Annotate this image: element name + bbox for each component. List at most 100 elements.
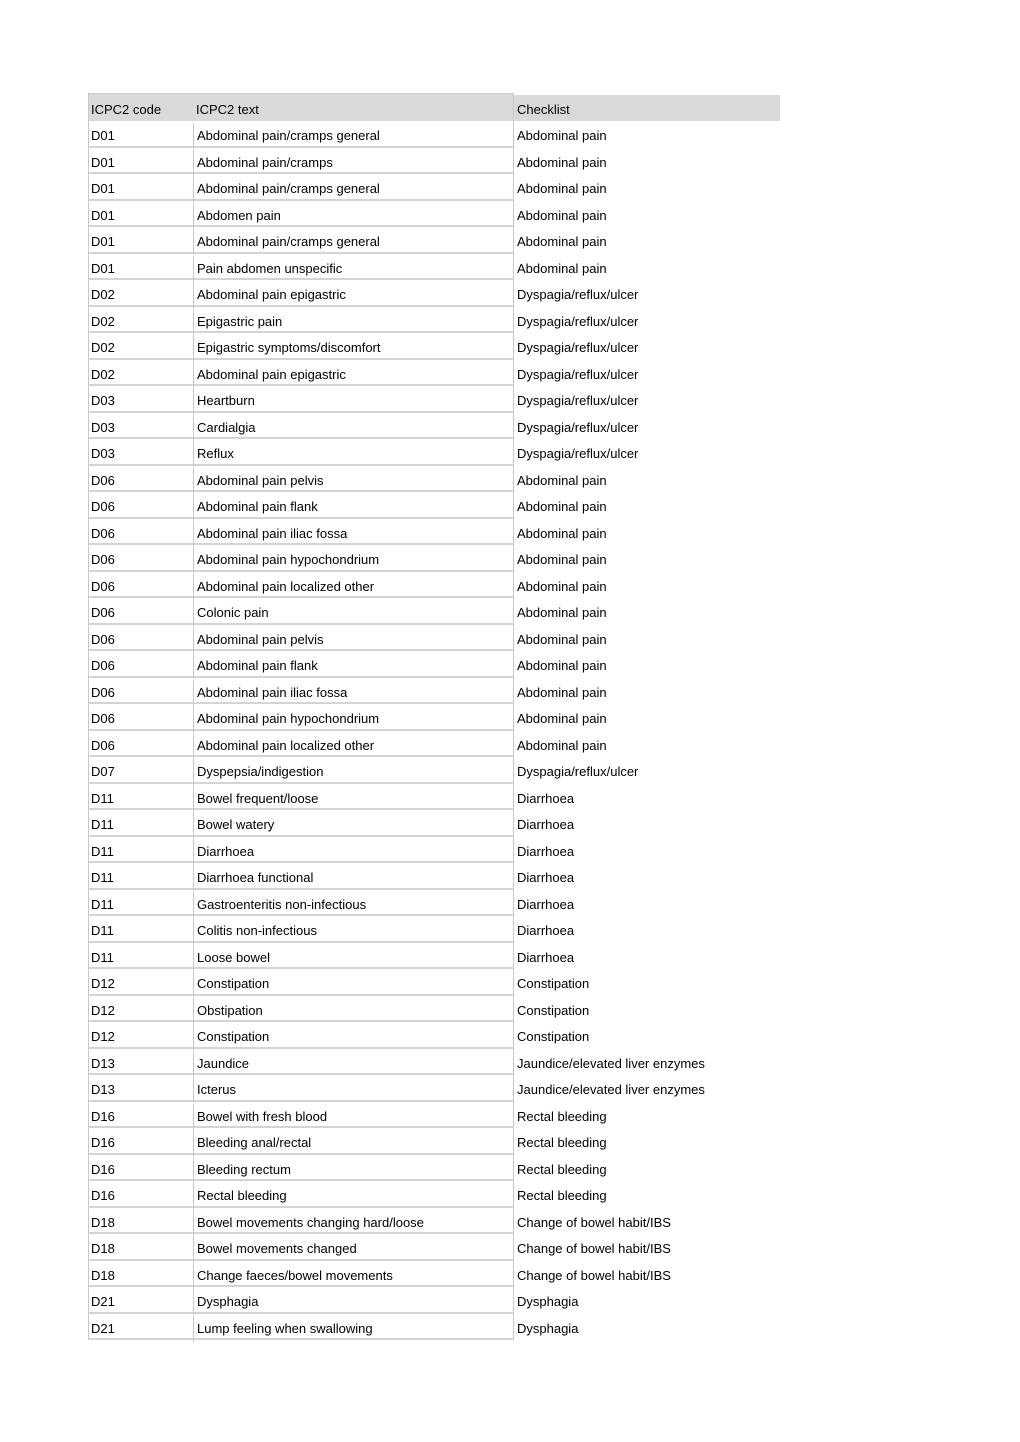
cell-icpc2-text: Abdominal pain iliac fossa	[193, 520, 514, 547]
cell-checklist: Change of bowel habit/IBS	[517, 1241, 671, 1256]
cell-checklist: Constipation	[517, 1029, 590, 1044]
cell-icpc2-text: Abdominal pain epigastric	[193, 282, 514, 308]
cell-checklist: Dyspagia/reflux/ulcer	[517, 419, 639, 435]
cell-icpc2-text: Gastroenteritis non-infectious	[193, 891, 514, 918]
cell-icpc2-text: Abdominal pain pelvis	[193, 626, 514, 653]
cell-checklist: Dyspagia/reflux/ulcer	[517, 764, 639, 779]
cell-icpc2-code: D06	[91, 631, 115, 647]
cell-checklist: Dysphagia	[517, 1320, 579, 1336]
cell-checklist: Abdominal pain	[517, 711, 607, 726]
cell-icpc2-text: Diarrhoea functional	[193, 865, 514, 891]
cell-checklist: Change of bowel habit/IBS	[517, 1214, 671, 1230]
header-checklist: Checklist	[517, 102, 570, 117]
cell-checklist: Abdominal pain	[517, 525, 607, 541]
cell-checklist: Abdominal pain	[517, 578, 607, 594]
cell-checklist: Abdominal pain	[517, 472, 607, 488]
cell-icpc2-text: Lump feeling when swallowing	[193, 1315, 514, 1342]
cell-icpc2-code: D06	[91, 472, 115, 488]
cell-icpc2-code: D01	[91, 207, 115, 223]
cell-icpc2-text: Icterus	[193, 1077, 514, 1103]
cell-icpc2-code: D02	[91, 313, 115, 329]
cell-icpc2-code: D18	[91, 1214, 115, 1230]
cell-checklist: Rectal bleeding	[517, 1161, 607, 1177]
cell-icpc2-text: Abdominal pain/cramps	[193, 149, 514, 176]
cell-icpc2-text: Colonic pain	[193, 600, 514, 626]
cell-checklist: Dyspagia/reflux/ulcer	[517, 393, 639, 408]
cell-icpc2-text: Abdominal pain hypochondrium	[193, 547, 514, 573]
cell-checklist: Abdominal pain	[517, 658, 607, 673]
header-icpc2-code: ICPC2 code	[91, 102, 162, 117]
cell-checklist: Abdominal pain	[517, 631, 607, 647]
cell-icpc2-code: D02	[91, 340, 115, 355]
cell-icpc2-text: Pain abdomen unspecific	[193, 255, 514, 282]
cell-icpc2-code: D13	[91, 1055, 115, 1071]
cell-checklist: Dysphagia	[517, 1294, 579, 1309]
cell-icpc2-text: Abdominal pain/cramps general	[193, 176, 514, 202]
cell-icpc2-text: Reflux	[193, 441, 514, 467]
cell-icpc2-code: D03	[91, 419, 115, 435]
cell-icpc2-text: Change faeces/bowel movements	[193, 1262, 514, 1289]
cell-icpc2-code: D03	[91, 393, 115, 408]
cell-icpc2-text: Bowel with fresh blood	[193, 1103, 514, 1130]
cell-icpc2-code: D12	[91, 1002, 115, 1018]
cell-checklist: Abdominal pain	[517, 154, 607, 170]
cell-icpc2-code: D01	[91, 181, 115, 196]
cell-icpc2-text: Bowel frequent/loose	[193, 785, 514, 812]
cell-icpc2-text: Bowel movements changed	[193, 1236, 514, 1262]
cell-icpc2-text: Bowel movements changing hard/loose	[193, 1209, 514, 1236]
cell-icpc2-text: Abdominal pain/cramps general	[193, 123, 514, 149]
cell-icpc2-code: D03	[91, 446, 115, 461]
cell-icpc2-text: Loose bowel	[193, 944, 514, 971]
cell-checklist: Rectal bleeding	[517, 1188, 607, 1203]
cell-icpc2-code: D06	[91, 499, 115, 514]
cell-checklist: Abdominal pain	[517, 737, 607, 753]
cell-icpc2-text: Abdominal pain epigastric	[193, 361, 514, 388]
cell-icpc2-code: D11	[91, 896, 114, 912]
cell-icpc2-text: Bleeding rectum	[193, 1156, 514, 1183]
cell-icpc2-text: Cardialgia	[193, 414, 514, 441]
cell-icpc2-text: Epigastric pain	[193, 308, 514, 335]
cell-checklist: Rectal bleeding	[517, 1108, 607, 1124]
cell-icpc2-text: Constipation	[193, 1024, 514, 1050]
cell-icpc2-text: Abdominal pain/cramps general	[193, 229, 514, 255]
cell-checklist: Diarrhoea	[517, 843, 575, 859]
cell-icpc2-text: Abdominal pain flank	[193, 494, 514, 520]
cell-checklist: Diarrhoea	[517, 817, 575, 832]
cell-icpc2-text: Abdominal pain hypochondrium	[193, 706, 514, 732]
cell-icpc2-code: D07	[91, 764, 115, 779]
cell-checklist: Jaundice/elevated liver enzymes	[517, 1082, 705, 1097]
cell-icpc2-text: Rectal bleeding	[193, 1183, 514, 1209]
cell-icpc2-code: D06	[91, 605, 115, 620]
cell-icpc2-text: Bowel watery	[193, 812, 514, 838]
cell-icpc2-code: D01	[91, 260, 115, 276]
cell-icpc2-code: D11	[91, 817, 114, 832]
cell-icpc2-code: D06	[91, 578, 115, 594]
cell-icpc2-code: D01	[91, 234, 115, 249]
cell-icpc2-code: D02	[91, 366, 115, 382]
cell-icpc2-code: D01	[91, 128, 115, 143]
cell-checklist: Dyspagia/reflux/ulcer	[517, 446, 639, 461]
cell-checklist: Change of bowel habit/IBS	[517, 1267, 671, 1283]
cell-icpc2-text: Colitis non-infectious	[193, 918, 514, 944]
cell-icpc2-text: Jaundice	[193, 1050, 514, 1077]
cell-icpc2-text: Heartburn	[193, 388, 514, 414]
cell-icpc2-code: D16	[91, 1161, 115, 1177]
cell-icpc2-code: D18	[91, 1241, 115, 1256]
cell-checklist: Diarrhoea	[517, 923, 575, 938]
cell-icpc2-code: D11	[91, 923, 114, 938]
cell-icpc2-text: Diarrhoea	[193, 838, 514, 865]
cell-checklist: Dyspagia/reflux/ulcer	[517, 340, 639, 355]
cell-checklist: Abdominal pain	[517, 207, 607, 223]
cell-icpc2-code: D06	[91, 525, 115, 541]
cell-icpc2-text: Obstipation	[193, 997, 514, 1024]
cell-icpc2-text: Bleeding anal/rectal	[193, 1130, 514, 1156]
cell-icpc2-text: Abdomen pain	[193, 202, 514, 229]
cell-checklist: Abdominal pain	[517, 234, 607, 249]
cell-checklist: Constipation	[517, 976, 590, 991]
cell-icpc2-code: D06	[91, 737, 115, 753]
cell-checklist: Abdominal pain	[517, 552, 607, 567]
cell-icpc2-code: D12	[91, 976, 115, 991]
cell-icpc2-code: D18	[91, 1267, 115, 1283]
cell-icpc2-text: Abdominal pain pelvis	[193, 467, 514, 494]
cell-icpc2-code: D06	[91, 658, 115, 673]
